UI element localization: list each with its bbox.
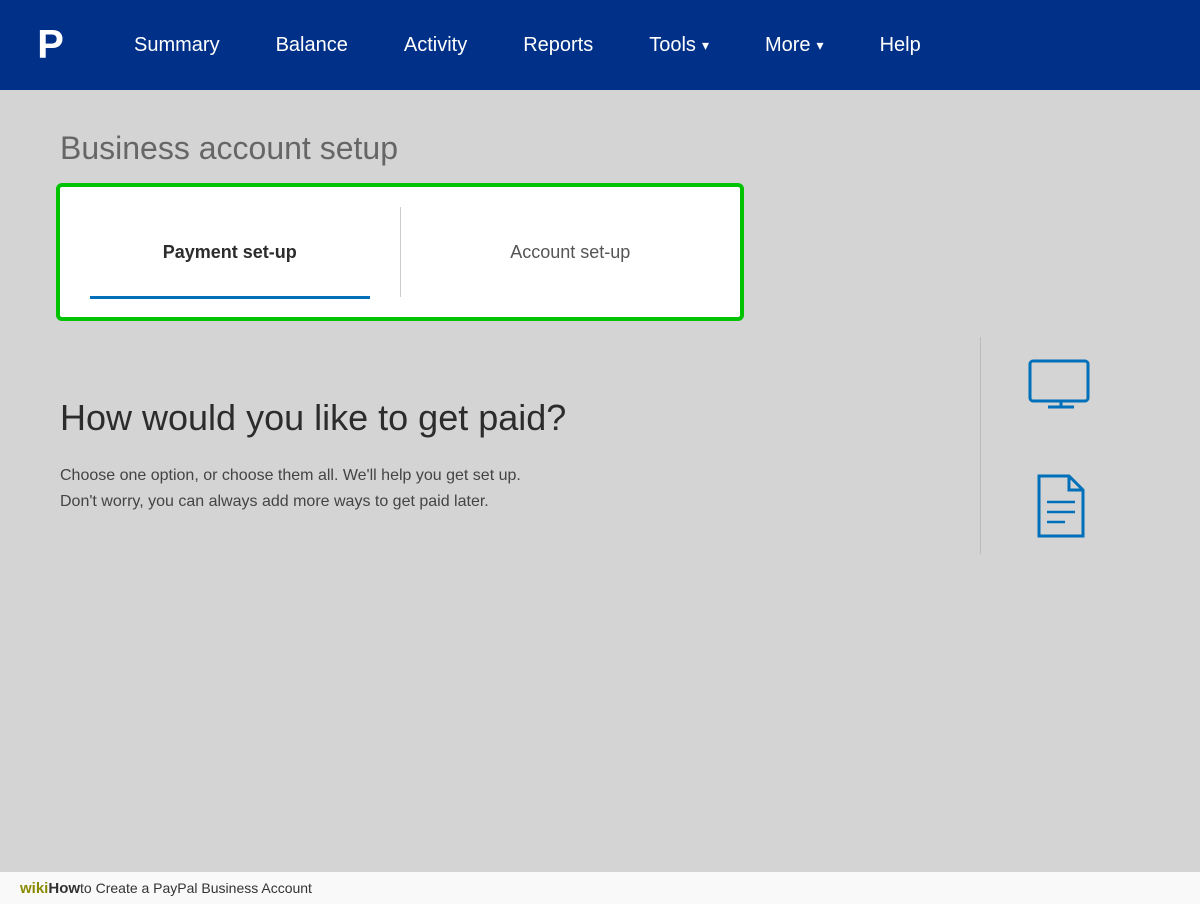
content-sidebar xyxy=(980,337,1140,554)
nav-item-summary[interactable]: Summary xyxy=(106,0,248,90)
content-main: How would you like to get paid? Choose o… xyxy=(60,337,960,554)
tab-payment-setup-label: Payment set-up xyxy=(163,242,297,263)
nav-item-more[interactable]: More ▾ xyxy=(737,0,852,90)
document-icon xyxy=(1031,472,1091,542)
monitor-icon xyxy=(1026,357,1096,422)
nav-item-tools[interactable]: Tools ▾ xyxy=(621,0,737,90)
content-description: Choose one option, or choose them all. W… xyxy=(60,463,660,514)
nav-item-help[interactable]: Help xyxy=(852,0,949,90)
content-section: How would you like to get paid? Choose o… xyxy=(60,337,1140,554)
tab-payment-setup[interactable]: Payment set-up xyxy=(60,187,400,317)
paypal-logo-icon: P xyxy=(30,22,76,68)
tabs-container: Payment set-up Account set-up xyxy=(60,187,740,317)
more-chevron-icon: ▾ xyxy=(817,37,824,54)
wikihow-wiki: wiki xyxy=(20,880,48,897)
logo[interactable]: P xyxy=(30,22,76,68)
tab-account-setup-label: Account set-up xyxy=(510,242,630,263)
tab-active-indicator xyxy=(90,296,370,299)
wikihow-rest: to Create a PayPal Business Account xyxy=(80,880,312,896)
wikihow-how: How xyxy=(48,880,80,897)
nav-item-reports[interactable]: Reports xyxy=(495,0,621,90)
content-heading: How would you like to get paid? xyxy=(60,397,960,439)
svg-text:P: P xyxy=(37,24,64,66)
tab-account-setup[interactable]: Account set-up xyxy=(401,187,741,317)
tools-chevron-icon: ▾ xyxy=(702,37,709,54)
navbar: P Summary Balance Activity Reports Tools… xyxy=(0,0,1200,90)
nav-item-balance[interactable]: Balance xyxy=(248,0,376,90)
page-title: Business account setup xyxy=(60,130,1140,167)
nav-item-activity[interactable]: Activity xyxy=(376,0,495,90)
nav-items: Summary Balance Activity Reports Tools ▾… xyxy=(106,0,1170,90)
main-content: Business account setup Payment set-up Ac… xyxy=(0,90,1200,594)
wikihow-bar: wikiHow to Create a PayPal Business Acco… xyxy=(0,872,1200,904)
